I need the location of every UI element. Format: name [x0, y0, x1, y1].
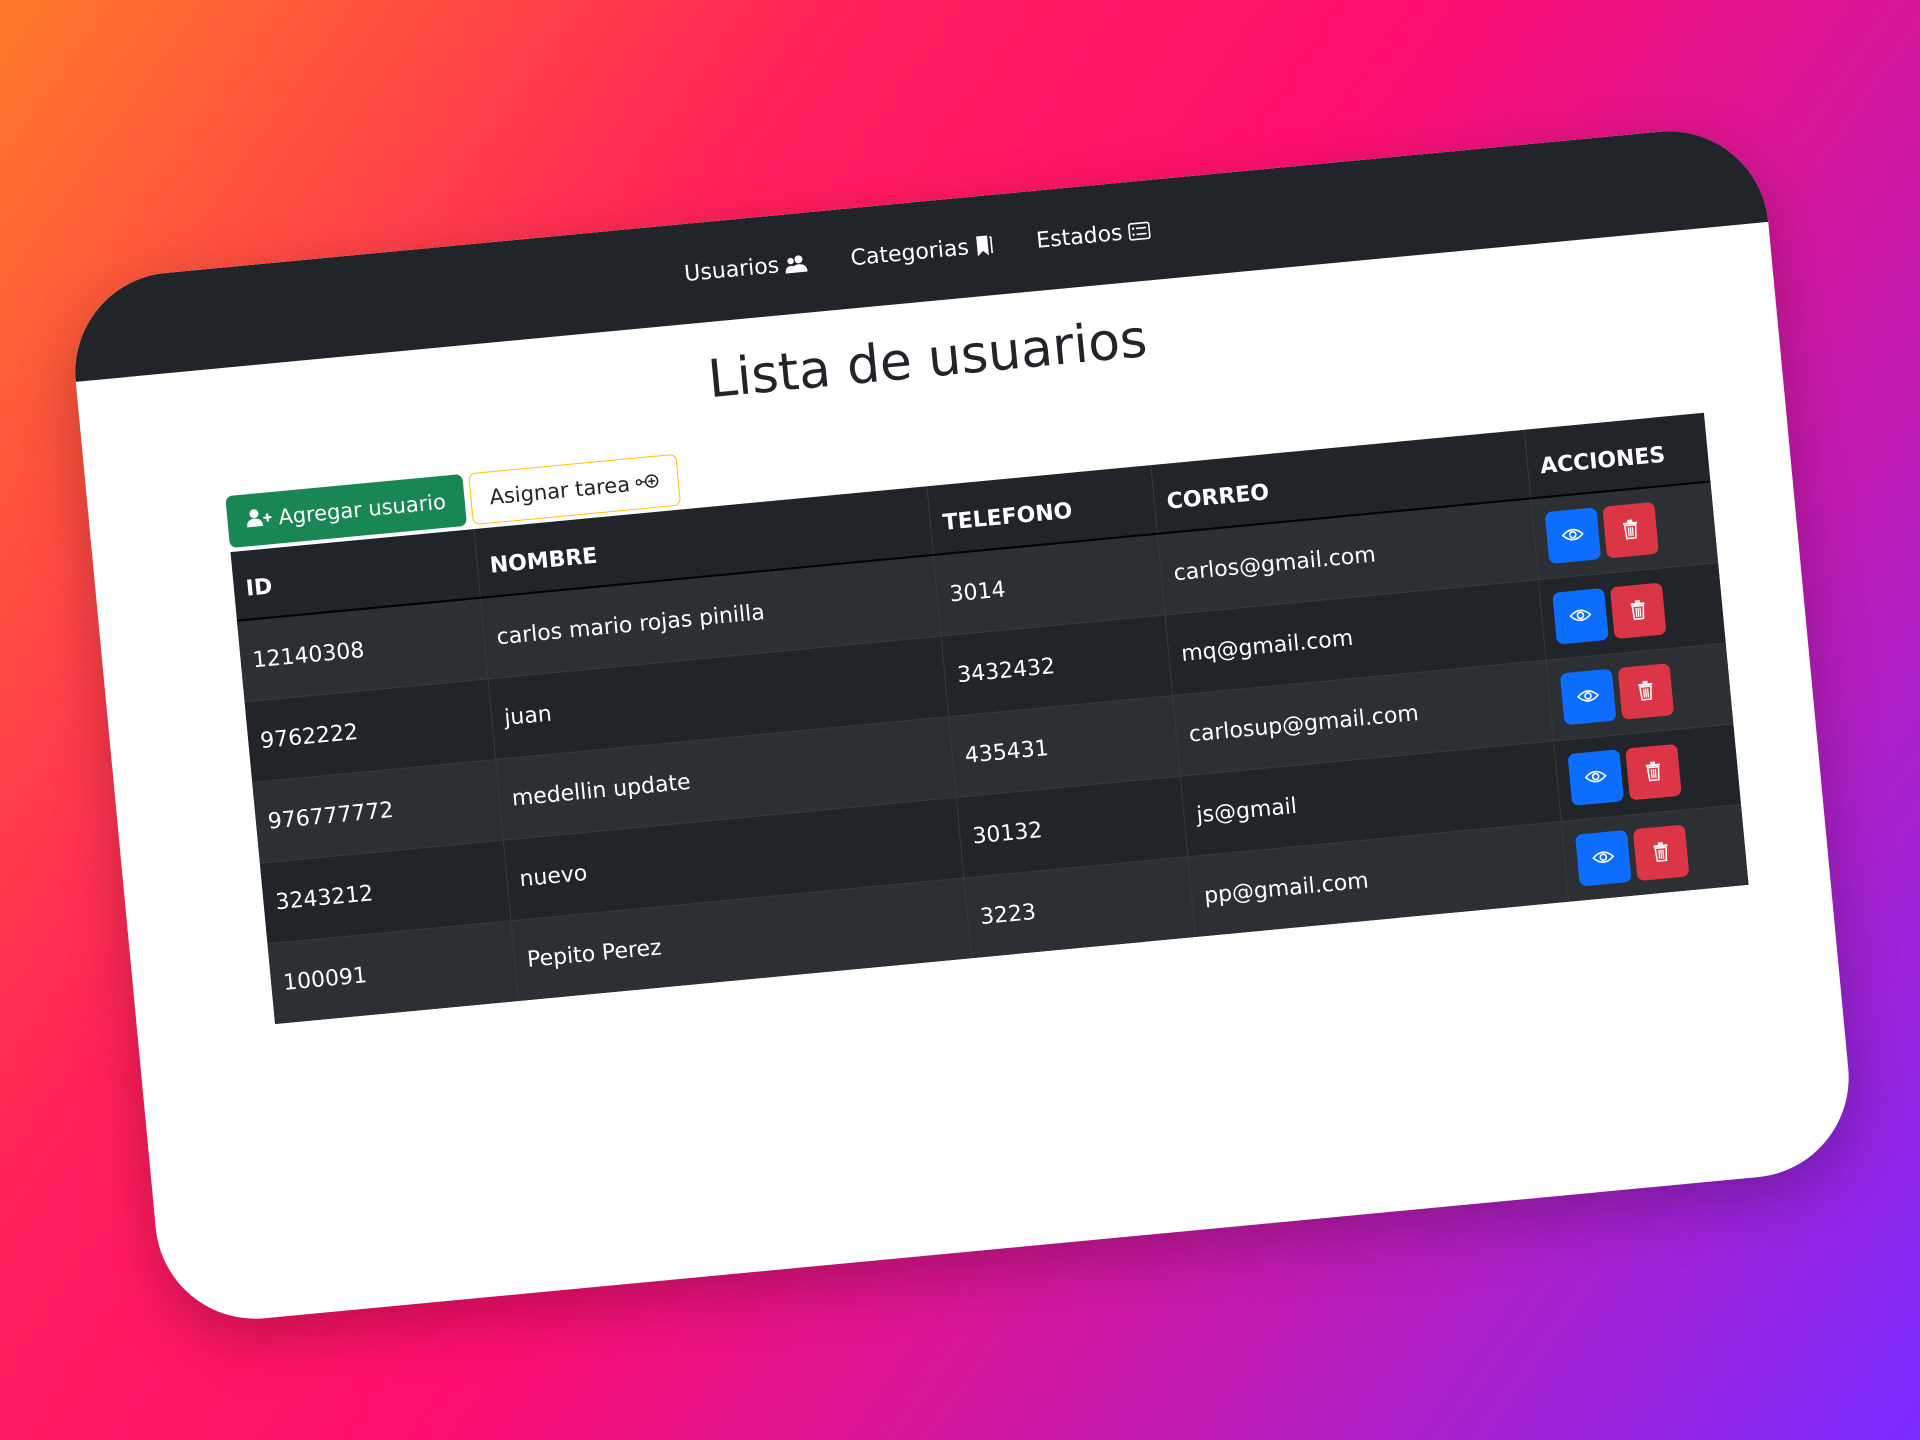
eye-icon	[1584, 768, 1608, 787]
person-plus-icon	[245, 506, 273, 533]
card-list-icon	[1127, 221, 1151, 241]
view-button[interactable]	[1544, 507, 1602, 565]
trash-icon	[1637, 679, 1655, 703]
eye-icon	[1561, 526, 1585, 545]
delete-button[interactable]	[1602, 501, 1659, 559]
delete-button[interactable]	[1632, 824, 1690, 882]
delete-button[interactable]	[1609, 582, 1667, 640]
view-button[interactable]	[1567, 749, 1625, 806]
nav-usuarios[interactable]: Usuarios	[683, 250, 808, 287]
app-window: Usuarios Categorias Estados Lista de usu…	[66, 122, 1858, 1328]
nav-estados[interactable]: Estados	[1035, 218, 1151, 254]
cell-acciones	[1561, 804, 1749, 902]
eye-icon	[1576, 687, 1600, 706]
background: Usuarios Categorias Estados Lista de usu…	[0, 0, 1920, 1440]
row-actions	[1552, 578, 1712, 645]
bookmark-icon	[974, 234, 994, 258]
trash-icon	[1644, 760, 1662, 784]
nav-categorias-label: Categorias	[849, 234, 970, 271]
node-plus-icon	[635, 469, 661, 495]
view-button[interactable]	[1552, 587, 1609, 645]
trash-icon	[1629, 599, 1647, 623]
view-button[interactable]	[1575, 829, 1632, 887]
eye-icon	[1569, 607, 1593, 626]
row-actions	[1567, 739, 1727, 806]
trash-icon	[1652, 841, 1670, 865]
row-actions	[1544, 498, 1705, 565]
trash-icon	[1622, 518, 1640, 542]
delete-button[interactable]	[1617, 663, 1675, 720]
delete-button[interactable]	[1625, 743, 1682, 801]
nav-categorias[interactable]: Categorias	[850, 233, 994, 271]
row-actions	[1575, 820, 1735, 887]
add-user-label: Agregar usuario	[277, 489, 447, 530]
row-actions	[1559, 659, 1720, 726]
nav-estados-label: Estados	[1035, 220, 1124, 254]
eye-icon	[1592, 849, 1616, 868]
nav-usuarios-label: Usuarios	[683, 252, 781, 287]
people-icon	[784, 253, 808, 275]
assign-task-label: Asignar tarea	[488, 472, 632, 510]
view-button[interactable]	[1559, 668, 1617, 726]
